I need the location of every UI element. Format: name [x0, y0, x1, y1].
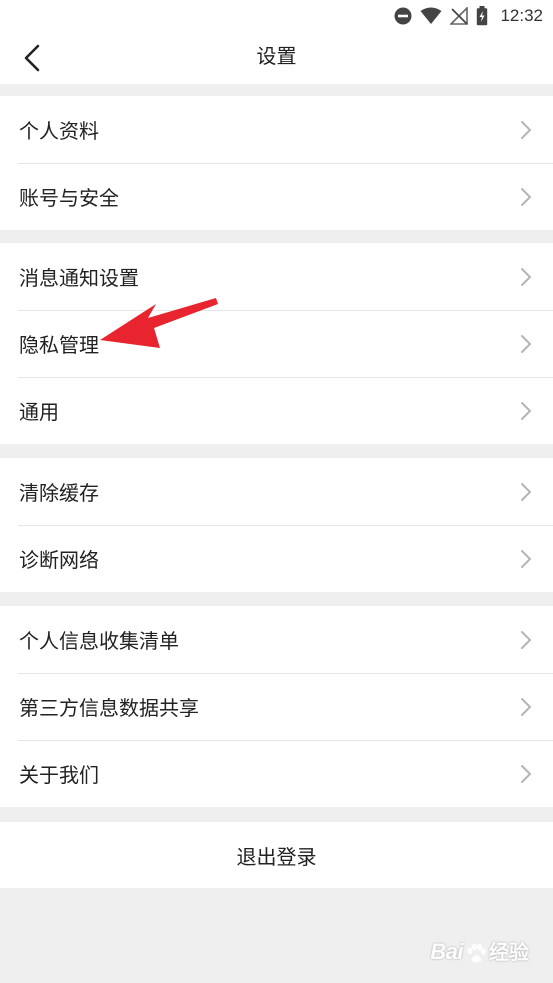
no-signal-icon: [450, 7, 469, 25]
chevron-right-icon: [521, 188, 531, 206]
battery-charging-icon: [477, 6, 488, 26]
settings-group-account: 个人资料 账号与安全: [0, 96, 553, 230]
settings-item-personal-info-list[interactable]: 个人信息收集清单: [0, 606, 553, 673]
status-time: 12:32: [500, 6, 543, 25]
settings-item-privacy[interactable]: 隐私管理: [0, 310, 553, 377]
settings-item-label: 隐私管理: [19, 333, 99, 357]
chevron-right-icon: [521, 631, 531, 649]
settings-item-label: 关于我们: [19, 763, 99, 787]
settings-item-label: 通用: [19, 400, 59, 424]
logout-label: 退出登录: [236, 844, 317, 869]
watermark-main: Bai: [430, 939, 463, 964]
settings-item-about-us[interactable]: 关于我们: [0, 740, 553, 807]
settings-group-about: 个人信息收集清单 第三方信息数据共享 关于我们: [0, 606, 553, 807]
chevron-right-icon: [521, 698, 531, 716]
chevron-right-icon: [521, 335, 531, 353]
settings-item-general[interactable]: 通用: [0, 377, 553, 444]
settings-item-label: 清除缓存: [19, 481, 99, 505]
chevron-right-icon: [521, 402, 531, 420]
settings-item-label: 个人信息收集清单: [19, 629, 179, 653]
settings-item-account-security[interactable]: 账号与安全: [0, 163, 553, 230]
settings-group-storage: 清除缓存 诊断网络: [0, 458, 553, 592]
settings-item-third-party-sharing[interactable]: 第三方信息数据共享: [0, 673, 553, 740]
settings-item-label: 消息通知设置: [19, 266, 139, 290]
settings-item-clear-cache[interactable]: 清除缓存: [0, 458, 553, 525]
settings-item-notifications[interactable]: 消息通知设置: [0, 243, 553, 310]
wifi-icon: [420, 7, 442, 24]
back-button[interactable]: [10, 36, 54, 80]
settings-item-label: 账号与安全: [19, 186, 119, 210]
settings-item-network-diagnosis[interactable]: 诊断网络: [0, 525, 553, 592]
chevron-right-icon: [521, 483, 531, 501]
settings-item-label: 诊断网络: [19, 548, 99, 572]
chevron-right-icon: [521, 121, 531, 139]
settings-group-general: 消息通知设置 隐私管理 通用: [0, 243, 553, 444]
chevron-right-icon: [521, 765, 531, 783]
settings-item-label: 个人资料: [19, 119, 99, 143]
paw-icon: [467, 943, 487, 963]
chevron-right-icon: [521, 268, 531, 286]
settings-item-profile[interactable]: 个人资料: [0, 96, 553, 163]
logout-button[interactable]: 退出登录: [0, 822, 553, 888]
chevron-right-icon: [521, 550, 531, 568]
settings-item-label: 第三方信息数据共享: [19, 696, 199, 720]
watermark-sub: 经验: [489, 942, 529, 964]
baidu-watermark: Bai 经验: [430, 936, 529, 965]
chevron-left-icon: [24, 44, 40, 72]
do-not-disturb-icon: [394, 7, 412, 25]
status-icons: 12:32: [394, 4, 543, 28]
page-title: 设置: [256, 44, 297, 68]
status-bar: 12:32: [0, 0, 553, 32]
nav-bar: 设置: [0, 32, 553, 84]
